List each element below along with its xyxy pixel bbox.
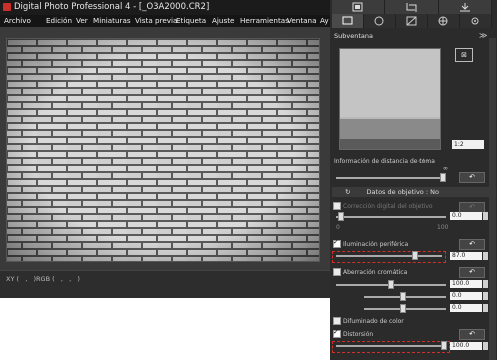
chromatic-checkbox[interactable] <box>333 268 341 276</box>
menu-ayuda[interactable]: Ay <box>320 16 329 25</box>
subwindow-label: Subventana <box>334 32 373 40</box>
chromatic-label: Aberración cromática <box>343 269 408 276</box>
chromatic-knob-1[interactable] <box>388 280 394 289</box>
chromatic-value-1[interactable]: 100.0 <box>450 280 482 288</box>
peripheral-label: Iluminación periférica <box>343 241 409 248</box>
lens-correction-label: Corrección digital del objetivo <box>343 203 433 210</box>
subtab-lens[interactable] <box>364 14 396 28</box>
menu-vista-previa[interactable]: Vista previa <box>135 16 177 25</box>
menu-etiqueta[interactable]: Etiqueta <box>176 16 206 25</box>
distortion-slider-knob[interactable] <box>441 341 447 350</box>
distance-hint: ‹ ! › <box>418 158 430 165</box>
lens-value[interactable]: 0.0 <box>450 212 482 220</box>
app-icon <box>3 3 11 11</box>
refresh-icon[interactable]: ↻ <box>345 188 350 196</box>
chromatic-value-2[interactable]: 0.0 <box>450 292 482 300</box>
distortion-highlight <box>332 341 450 353</box>
lens-data-label: Datos de objetivo : No <box>366 188 439 196</box>
chromatic-knob-2[interactable] <box>400 292 406 301</box>
reset-distance-button[interactable]: ↶ <box>459 172 485 183</box>
subtab-settings[interactable] <box>460 14 492 28</box>
menu-bar: Archivo Edición Ver Miniaturas Vista pre… <box>0 15 330 27</box>
peripheral-reset[interactable]: ↶ <box>459 239 485 250</box>
color-blur-label: Difuminado de color <box>343 318 404 325</box>
panel-scrollbar[interactable] <box>489 38 496 360</box>
menu-edicion[interactable]: Edición <box>46 16 72 25</box>
menu-ventana[interactable]: Ventana <box>287 16 317 25</box>
distortion-checkbox[interactable] <box>333 328 341 338</box>
menu-herramientas[interactable]: Herramientas <box>240 16 289 25</box>
distance-slider-knob[interactable] <box>440 173 446 182</box>
distortion-reset[interactable]: ↶ <box>459 329 485 340</box>
menu-miniaturas[interactable]: Miniaturas <box>93 16 131 25</box>
subtab-basic[interactable] <box>332 14 364 28</box>
menu-ajuste[interactable]: Ajuste <box>212 16 234 25</box>
peripheral-highlight <box>332 251 446 263</box>
lens-spin[interactable] <box>483 212 488 220</box>
peripheral-slider-track <box>336 255 442 257</box>
lens-min: 0 <box>336 224 340 231</box>
window-title: Digital Photo Professional 4 - [_O3A2000… <box>14 2 210 12</box>
peripheral-value[interactable]: 87.0 <box>450 252 482 260</box>
color-blur-checkbox[interactable] <box>333 317 341 325</box>
distance-slider-track <box>336 177 446 179</box>
distortion-slider-track <box>336 345 446 347</box>
infinity-mark: ∞ <box>443 165 448 172</box>
peripheral-checkbox[interactable] <box>333 238 341 248</box>
photo-brick-wall[interactable] <box>6 38 320 262</box>
lens-max: 100 <box>437 224 449 231</box>
chromatic-knob-3[interactable] <box>400 304 406 313</box>
chromatic-spin-2[interactable] <box>483 292 488 300</box>
distortion-label: Distorsión <box>343 331 374 338</box>
lens-slider-track <box>336 216 446 218</box>
tab-export[interactable] <box>439 0 492 14</box>
subtab-tone[interactable] <box>396 14 428 28</box>
menu-ver[interactable]: Ver <box>76 16 88 25</box>
tab-crop[interactable] <box>385 0 439 14</box>
lens-slider-knob[interactable] <box>338 212 344 221</box>
coordinate-readout: XY ( , )RGB ( , , ) <box>6 275 80 283</box>
chromatic-value-3[interactable]: 0.0 <box>450 304 482 312</box>
chromatic-spin-3[interactable] <box>483 304 488 312</box>
collapse-icon[interactable]: ≫ <box>479 31 489 40</box>
chromatic-reset[interactable]: ↶ <box>459 267 485 278</box>
peripheral-spin[interactable] <box>483 252 488 260</box>
lens-data-bar: ↻ Datos de objetivo : No <box>332 187 490 197</box>
menu-archivo[interactable]: Archivo <box>4 16 31 25</box>
fit-icon[interactable]: ⊠ <box>455 48 473 62</box>
subwindow-preview[interactable] <box>339 48 441 150</box>
chromatic-spin-1[interactable] <box>483 280 488 288</box>
subtab-color[interactable] <box>428 14 460 28</box>
zoom-select[interactable]: 1:2 <box>452 140 484 149</box>
lens-correction-checkbox[interactable] <box>333 202 341 210</box>
distortion-value[interactable]: 100.0 <box>450 342 482 350</box>
tab-adjust[interactable] <box>332 0 385 14</box>
peripheral-slider-knob[interactable] <box>412 251 418 260</box>
viewer-bottom <box>0 288 330 298</box>
distortion-spin[interactable] <box>483 342 488 350</box>
